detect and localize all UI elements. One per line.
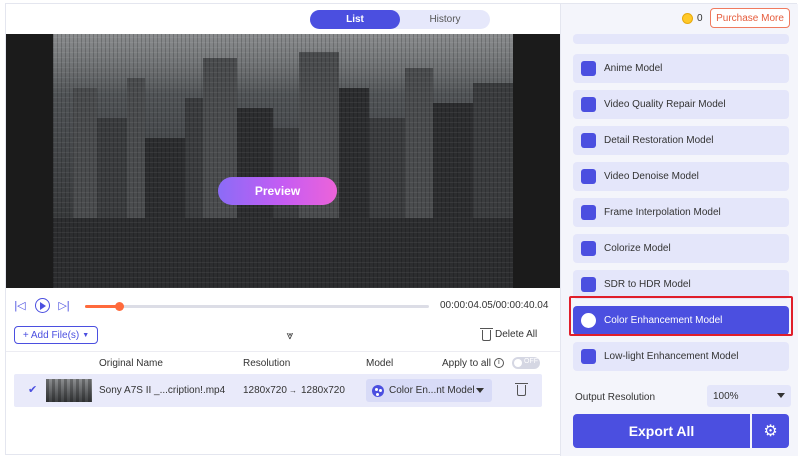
denoise-icon [581,169,596,184]
caret-down-icon [777,393,785,398]
model-item-frame-interpolation[interactable]: Frame Interpolation Model [573,198,789,227]
video-repair-icon [581,97,596,112]
play-button[interactable] [35,298,50,313]
add-files-label: + Add File(s) [22,329,80,341]
player-controls: |◁ ▷| 00:00:04.05/00:00:40.04 [6,288,560,324]
apply-to-all: Apply to all i [442,358,504,369]
output-resolution-value: 100% [713,390,739,402]
detail-icon [581,133,596,148]
colorize-icon [581,241,596,256]
delete-all-label: Delete All [495,329,538,340]
coin-balance: 0 [682,13,703,24]
col-original-name: Original Name [99,358,163,369]
palette-icon [581,313,596,328]
next-frame-icon[interactable]: ▷| [57,298,71,312]
file-name: Sony A7S II _...cription!.mp4 [99,385,226,396]
model-label: Colorize Model [604,243,671,254]
delete-all-button[interactable]: Delete All [480,328,538,341]
checkmark-icon[interactable]: ✔ [28,383,37,396]
col-model: Model [366,358,394,369]
model-label: Video Quality Repair Model [604,99,726,110]
coin-icon [682,13,693,24]
toggle-state: OFF [524,358,538,365]
palette-icon [372,384,384,397]
seek-bar[interactable] [85,302,429,311]
app-window: List History Preview |◁ ▷| 00:00:04.05/0… [5,3,798,456]
model-panel: 0 Purchase More Anime Model Video Qualit… [560,4,798,456]
seek-progress [85,305,120,308]
model-label: Anime Model [604,63,663,74]
purchase-more-button[interactable]: Purchase More [710,8,790,28]
model-item-low-light-enhancement[interactable]: Low-light Enhancement Model [573,342,789,371]
model-label: Frame Interpolation Model [604,207,721,218]
hdr-icon [581,277,596,292]
video-preview: Preview [6,34,560,288]
trash-icon [480,328,493,341]
apply-to-all-label: Apply to all [442,358,491,369]
view-tabs: List History [310,10,490,29]
caret-down-icon [476,388,484,393]
model-item-detail-restoration[interactable]: Detail Restoration Model [573,126,789,155]
arrow-right-icon: → [289,386,297,395]
row-model-select[interactable]: Color En...nt Model [366,379,492,402]
collapse-icon[interactable]: ⩔ [282,329,298,341]
model-label: Detail Restoration Model [604,135,714,146]
col-resolution: Resolution [243,358,291,369]
model-item-video-quality-repair[interactable]: Video Quality Repair Model [573,90,789,119]
output-resolution-select[interactable]: 100% [707,385,791,407]
seek-handle[interactable] [115,302,125,311]
coin-count: 0 [697,13,703,24]
top-bar: List History [6,4,560,34]
gear-icon[interactable]: ⚙ [752,414,789,448]
add-files-button[interactable]: + Add File(s) ▼ [14,326,98,344]
model-item-video-denoise[interactable]: Video Denoise Model [573,162,789,191]
anime-icon [581,61,596,76]
model-label: Low-light Enhancement Model [604,351,739,362]
model-list-scroll-stub [573,34,789,44]
chevron-down-icon: ▼ [82,331,90,339]
table-header: Original Name Resolution Model Apply to … [6,351,560,373]
output-resolution-label: Output Resolution [575,392,656,403]
previous-frame-icon[interactable]: |◁ [13,298,27,312]
time-readout: 00:00:04.05/00:00:40.04 [440,300,549,311]
apply-to-all-toggle[interactable]: OFF [512,357,540,369]
model-item-anime[interactable]: Anime Model [573,54,789,83]
row-model-value: Color En...nt Model [389,385,475,396]
model-item-color-enhancement[interactable]: Color Enhancement Model [573,306,789,335]
frame-icon [581,205,596,220]
delete-row-icon[interactable] [515,383,528,396]
tab-list[interactable]: List [310,10,400,29]
info-icon[interactable]: i [493,358,504,369]
model-label: Color Enhancement Model [604,315,723,326]
resolution-from: 1280x720 [243,385,287,396]
tab-history[interactable]: History [400,10,490,29]
preview-button[interactable]: Preview [218,177,337,205]
video-thumbnail [46,379,92,402]
export-all-button[interactable]: Export All [573,414,750,448]
table-row[interactable]: ✔ Sony A7S II _...cription!.mp4 1280x720… [14,374,542,407]
file-toolbar: + Add File(s) ▼ ⩔ Delete All [6,324,560,350]
model-label: SDR to HDR Model [604,279,691,290]
model-item-sdr-to-hdr[interactable]: SDR to HDR Model [573,270,789,299]
video-frame [53,34,513,288]
resolution-to: 1280x720 [301,385,345,396]
model-item-colorize[interactable]: Colorize Model [573,234,789,263]
moon-icon [581,349,596,364]
model-label: Video Denoise Model [604,171,699,182]
